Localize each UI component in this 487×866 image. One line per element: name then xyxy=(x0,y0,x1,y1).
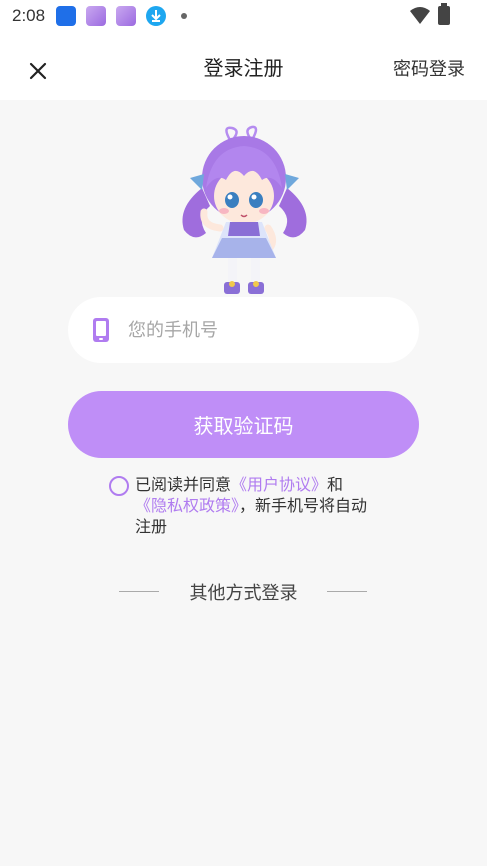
status-time: 2:08 xyxy=(12,6,46,25)
mascot-app-notification-icon xyxy=(116,6,136,26)
divider-line xyxy=(327,591,367,592)
header: 登录注册 密码登录 xyxy=(0,34,487,100)
user-agreement-link[interactable]: 《用户协议》 xyxy=(231,475,327,494)
get-verification-code-button[interactable]: 获取验证码 xyxy=(68,391,419,458)
download-icon xyxy=(146,6,166,26)
password-login-link[interactable]: 密码登录 xyxy=(393,55,465,81)
other-login-label: 其他方式登录 xyxy=(189,583,298,604)
agreement-text: 已阅读并同意《用户协议》和《隐私权政策》，新手机号将自动注册 xyxy=(135,474,375,537)
wifi-icon xyxy=(410,6,430,24)
phone-field[interactable] xyxy=(68,297,419,363)
privacy-policy-link[interactable]: 《隐私权政策》 xyxy=(135,496,239,515)
agreement-prefix: 已阅读并同意 xyxy=(135,475,232,494)
phone-input[interactable] xyxy=(128,297,398,363)
mobile-phone-icon xyxy=(93,318,109,342)
more-notifications-dot xyxy=(181,13,187,19)
mascot-app-notification-icon xyxy=(86,6,106,26)
status-bar: 2:08 xyxy=(0,0,487,34)
agreement-checkbox[interactable] xyxy=(109,476,129,496)
mascot-illustration xyxy=(182,125,307,294)
app-notification-icon xyxy=(56,6,76,26)
battery-icon xyxy=(438,3,450,25)
agreement-conjunction: 和 xyxy=(327,475,344,494)
other-login-divider: 其他方式登录 xyxy=(0,578,487,604)
